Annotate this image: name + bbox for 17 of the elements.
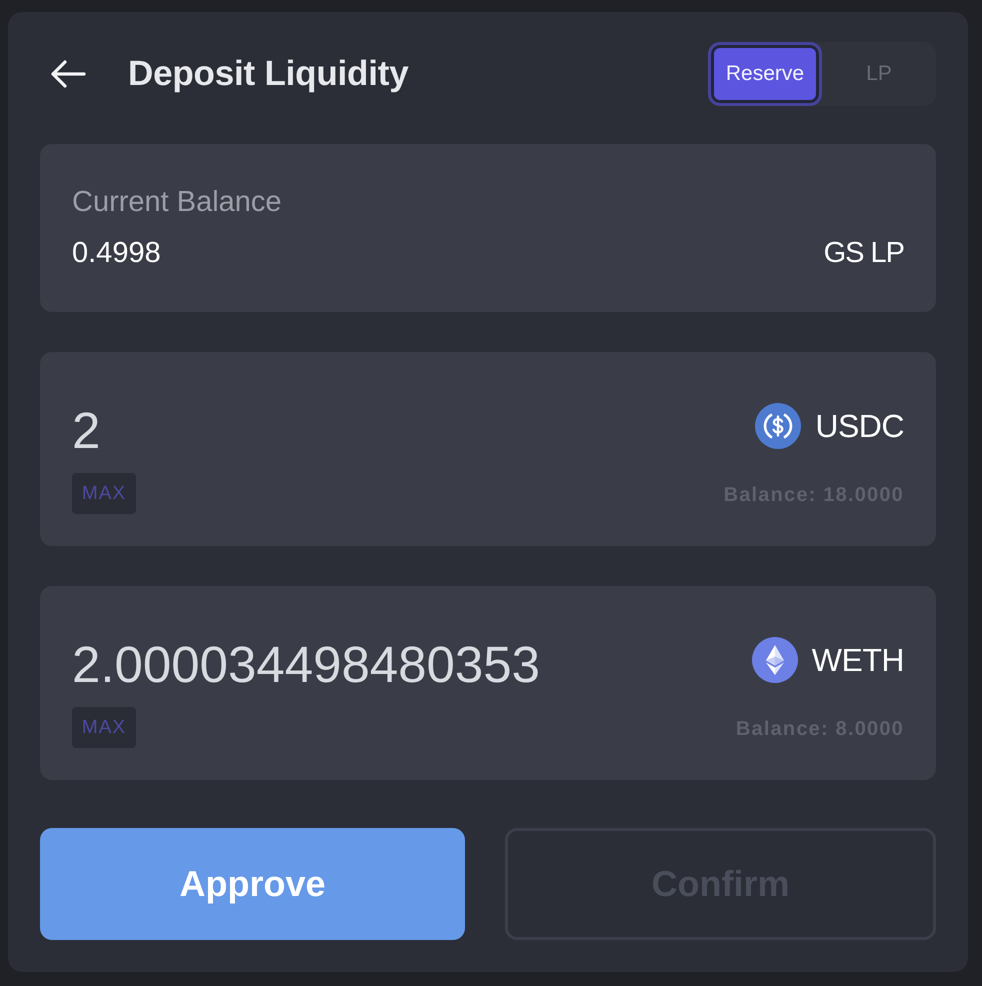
arrow-left-icon [50,60,86,88]
diamond-coin-icon [752,637,798,683]
balance-unit: GS LP [824,236,904,271]
mode-tab[interactable]: Reserve [708,42,822,106]
max-button[interactable]: MAX [72,473,136,514]
mode-tab[interactable]: LP [822,42,936,106]
balance-value: 0.4998 [72,236,161,271]
balance-label: Current Balance [72,185,283,220]
approve-button[interactable]: Approve [40,828,465,940]
token-name: WETH [812,642,904,678]
max-button[interactable]: MAX [72,707,136,748]
back-button[interactable] [50,60,86,88]
page-title: Deposit Liquidity [128,54,410,94]
amount-input[interactable]: 2.000034498480353 [72,634,632,694]
token-name: USDC [815,408,904,444]
amount-input[interactable]: 2 [72,400,632,460]
dollar-coin-icon [755,403,802,449]
